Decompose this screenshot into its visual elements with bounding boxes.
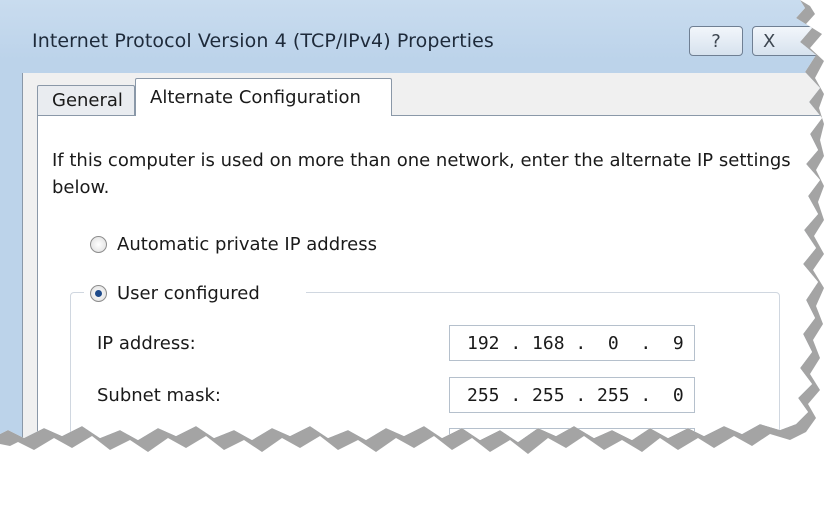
automatic-private-ip-radio[interactable] bbox=[90, 236, 107, 253]
help-button[interactable]: ? bbox=[689, 26, 743, 56]
ip-address-label: IP address: bbox=[97, 333, 196, 354]
tab-general-label: General bbox=[52, 90, 123, 111]
title-bar[interactable]: Internet Protocol Version 4 (TCP/IPv4) P… bbox=[0, 0, 824, 70]
window-title: Internet Protocol Version 4 (TCP/IPv4) P… bbox=[32, 30, 494, 52]
user-configured-option[interactable]: User configured bbox=[90, 281, 260, 305]
default-gateway-input[interactable] bbox=[449, 428, 695, 464]
close-button[interactable]: X bbox=[752, 26, 824, 56]
user-configured-radio[interactable] bbox=[90, 285, 107, 302]
ip-address-input[interactable]: 192 . 168 . 0 . 9 bbox=[449, 325, 695, 361]
subnet-mask-label: Subnet mask: bbox=[97, 385, 221, 406]
close-icon: X bbox=[763, 30, 776, 52]
subnet-mask-input[interactable]: 255 . 255 . 255 . 0 bbox=[449, 377, 695, 413]
tab-alternate-label: Alternate Configuration bbox=[150, 87, 361, 108]
description-text: If this computer is used on more than on… bbox=[52, 150, 791, 198]
tab-alternate-configuration[interactable]: Alternate Configuration bbox=[135, 78, 392, 116]
tab-general[interactable]: General bbox=[37, 85, 135, 115]
automatic-private-ip-option[interactable]: Automatic private IP address bbox=[90, 232, 377, 256]
user-configured-label: User configured bbox=[117, 282, 260, 304]
help-icon: ? bbox=[711, 30, 721, 52]
automatic-private-ip-label: Automatic private IP address bbox=[117, 233, 377, 255]
properties-dialog: Internet Protocol Version 4 (TCP/IPv4) P… bbox=[0, 0, 824, 462]
